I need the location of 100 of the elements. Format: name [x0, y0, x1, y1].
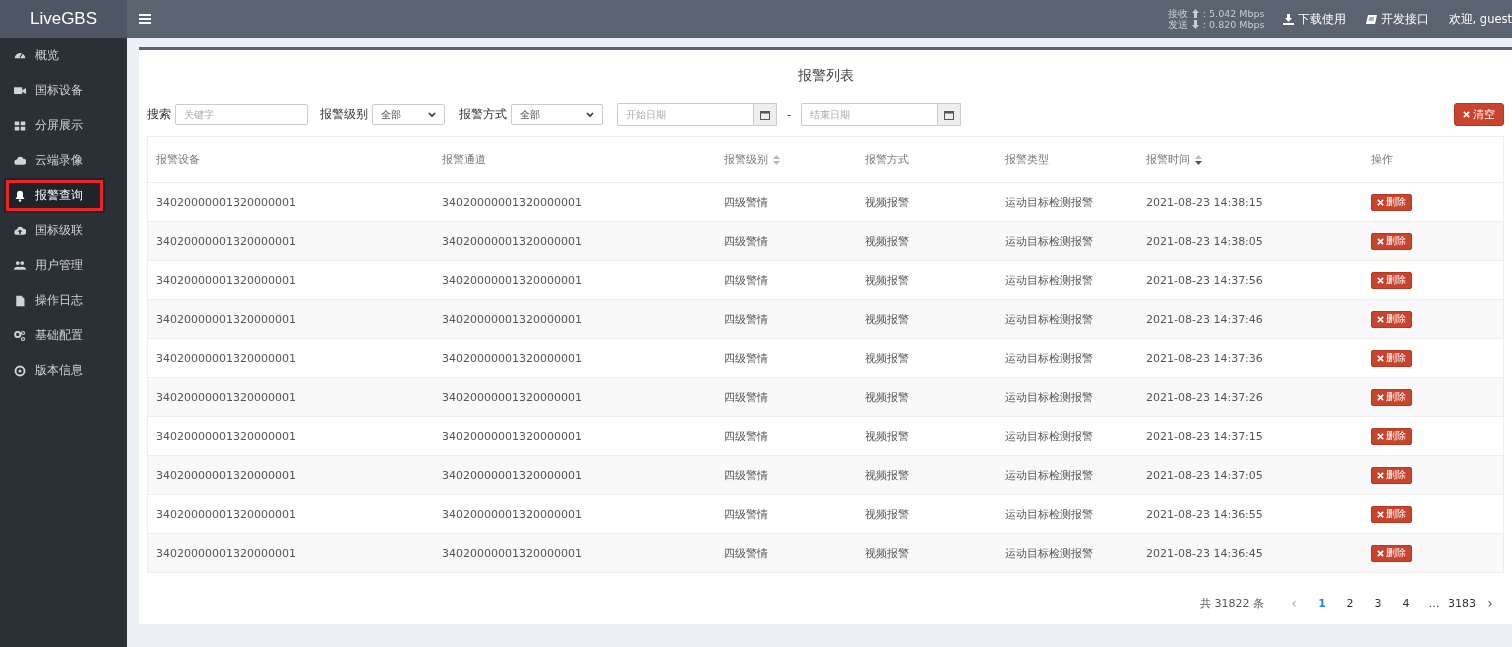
- cloud-icon: [14, 154, 26, 167]
- delete-button[interactable]: 删除: [1371, 505, 1412, 523]
- column-header: 操作: [1371, 152, 1393, 167]
- users-icon: [14, 259, 26, 272]
- sidebar-item[interactable]: 报警查询: [4, 178, 105, 213]
- channel-id: 34020000001320000001: [442, 273, 582, 287]
- delete-button[interactable]: 删除: [1371, 232, 1412, 250]
- alarm-type: 运动目标检测报警: [1005, 351, 1093, 365]
- alarm-time: 2021-08-23 14:37:15: [1146, 429, 1263, 443]
- x-icon: [1377, 471, 1384, 479]
- page-button[interactable]: 3183: [1448, 596, 1476, 610]
- welcome-text[interactable]: 欢迎, guest: [1448, 11, 1512, 27]
- delete-button[interactable]: 删除: [1371, 310, 1412, 328]
- method-select[interactable]: 全部: [511, 104, 603, 125]
- api-docs-link[interactable]: 开发接口: [1365, 11, 1429, 27]
- x-icon: [1377, 237, 1384, 245]
- sort-icon[interactable]: [1195, 154, 1202, 165]
- alarm-type: 运动目标检测报警: [1005, 429, 1093, 443]
- total-count: 共 31822 条: [1200, 595, 1264, 611]
- date-separator: -: [787, 107, 792, 122]
- delete-button[interactable]: 删除: [1371, 349, 1412, 367]
- delete-button[interactable]: 删除: [1371, 271, 1412, 289]
- clear-button[interactable]: 清空: [1454, 103, 1504, 126]
- alarm-type: 运动目标检测报警: [1005, 273, 1093, 287]
- column-header[interactable]: 报警时间: [1146, 152, 1190, 167]
- x-icon: [1377, 510, 1384, 518]
- page-button[interactable]: 4: [1392, 596, 1420, 610]
- alarm-method: 视频报警: [865, 507, 909, 521]
- alarm-level: 四级警情: [724, 312, 768, 326]
- alarm-level: 四级警情: [724, 351, 768, 365]
- device-id: 34020000001320000001: [156, 468, 296, 482]
- x-icon: [1377, 198, 1384, 206]
- delete-button[interactable]: 删除: [1371, 388, 1412, 406]
- column-header[interactable]: 报警级别: [724, 152, 768, 167]
- alarm-level: 四级警情: [724, 429, 768, 443]
- level-select[interactable]: 全部: [372, 104, 445, 125]
- delete-button[interactable]: 删除: [1371, 427, 1412, 445]
- page-button[interactable]: …: [1420, 596, 1448, 610]
- sidebar-item[interactable]: 国标设备: [0, 73, 127, 108]
- sidebar-item[interactable]: 操作日志: [0, 283, 127, 318]
- x-icon: [1463, 111, 1470, 118]
- alarm-level: 四级警情: [724, 507, 768, 521]
- arrow-up-icon: [1191, 9, 1199, 18]
- alarm-time: 2021-08-23 14:37:36: [1146, 351, 1263, 365]
- arrow-down-icon: [1191, 20, 1199, 29]
- page-button[interactable]: 1: [1308, 596, 1336, 610]
- x-icon: [1377, 549, 1384, 557]
- delete-button[interactable]: 删除: [1371, 544, 1412, 562]
- alarm-method: 视频报警: [865, 195, 909, 209]
- device-id: 34020000001320000001: [156, 546, 296, 560]
- alarm-time: 2021-08-23 14:37:46: [1146, 312, 1263, 326]
- sidebar-item[interactable]: 国标级联: [0, 213, 127, 248]
- alarm-time: 2021-08-23 14:37:56: [1146, 273, 1263, 287]
- channel-id: 34020000001320000001: [442, 507, 582, 521]
- sidebar-item[interactable]: 版本信息: [0, 353, 127, 388]
- page-button[interactable]: 2: [1336, 596, 1364, 610]
- x-icon: [1377, 276, 1384, 284]
- alarm-level: 四级警情: [724, 546, 768, 560]
- brand-logo[interactable]: LiveGBS: [0, 0, 127, 38]
- alarm-level: 四级警情: [724, 195, 768, 209]
- alarm-method: 视频报警: [865, 234, 909, 248]
- sidebar-item[interactable]: 云端录像: [0, 143, 127, 178]
- device-id: 34020000001320000001: [156, 429, 296, 443]
- alarm-method: 视频报警: [865, 351, 909, 365]
- chevron-down-icon: [428, 111, 436, 118]
- menu-icon[interactable]: [139, 14, 151, 24]
- channel-id: 34020000001320000001: [442, 546, 582, 560]
- sidebar-item[interactable]: 用户管理: [0, 248, 127, 283]
- alarm-time: 2021-08-23 14:38:05: [1146, 234, 1263, 248]
- sidebar-item[interactable]: 基础配置: [0, 318, 127, 353]
- alarm-time: 2021-08-23 14:36:55: [1146, 507, 1263, 521]
- device-id: 34020000001320000001: [156, 273, 296, 287]
- delete-button[interactable]: 删除: [1371, 193, 1412, 211]
- download-link[interactable]: 下载使用: [1282, 11, 1346, 27]
- book-icon: [1365, 13, 1377, 25]
- calendar-icon[interactable]: [760, 109, 770, 120]
- receive-rate: : 5.042 Mbps: [1202, 8, 1265, 19]
- chevron-down-icon: [586, 111, 594, 118]
- next-page-button[interactable]: ›: [1476, 595, 1504, 611]
- sidebar-item[interactable]: 分屏展示: [0, 108, 127, 143]
- column-header: 报警通道: [442, 152, 486, 167]
- column-header: 报警设备: [156, 152, 200, 167]
- calendar-icon[interactable]: [944, 109, 955, 120]
- channel-id: 34020000001320000001: [442, 195, 582, 209]
- alarm-method: 视频报警: [865, 273, 909, 287]
- search-field[interactable]: 关键字: [175, 104, 308, 125]
- device-id: 34020000001320000001: [156, 390, 296, 404]
- sidebar-item[interactable]: 概览: [0, 38, 127, 73]
- video-camera-icon: [14, 84, 26, 97]
- page-button[interactable]: 3: [1364, 596, 1392, 610]
- delete-button[interactable]: 删除: [1371, 466, 1412, 484]
- alarm-time: 2021-08-23 14:38:15: [1146, 195, 1263, 209]
- end-date-field[interactable]: 结束日期: [801, 103, 938, 126]
- start-date-field[interactable]: 开始日期: [617, 103, 753, 126]
- channel-id: 34020000001320000001: [442, 234, 582, 248]
- device-id: 34020000001320000001: [156, 234, 296, 248]
- alarm-method: 视频报警: [865, 468, 909, 482]
- alarm-level: 四级警情: [724, 468, 768, 482]
- channel-id: 34020000001320000001: [442, 390, 582, 404]
- device-id: 34020000001320000001: [156, 507, 296, 521]
